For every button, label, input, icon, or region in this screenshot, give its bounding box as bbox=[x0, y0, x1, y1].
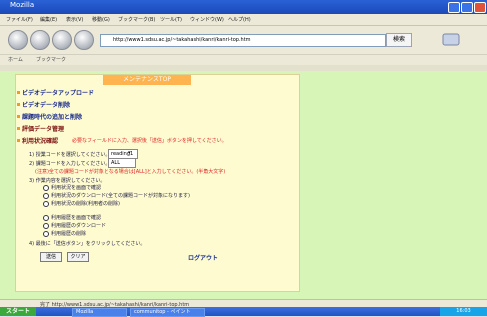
radio-label: 利用状況を画面で確認 bbox=[51, 185, 102, 191]
row3-label: 3) 作業内容を選択してください。 bbox=[29, 178, 106, 184]
note-text: (注意)全ての課題コードが対象となる場合は[ALL]と入力してください。(半角大… bbox=[35, 169, 226, 175]
address-bar[interactable]: http://www1.sdsu.ac.jp/~takahashi/kanri/… bbox=[100, 34, 386, 47]
logout-link[interactable]: ログアウト bbox=[188, 253, 218, 262]
page-title: メンテナンスTOP bbox=[103, 75, 191, 85]
title-bar: Mozilla bbox=[0, 0, 487, 14]
radio-label: 利用状況のダウンロード(全ての課題コードが対象になります) bbox=[51, 193, 190, 199]
radio-label: 利用履歴を画面で確認 bbox=[51, 215, 102, 221]
minimize-button[interactable] bbox=[448, 2, 460, 13]
window-title: Mozilla bbox=[10, 1, 35, 9]
menu-edit[interactable]: 編集(E) bbox=[40, 16, 57, 23]
maximize-button[interactable] bbox=[461, 2, 473, 13]
menu-tools[interactable]: ツール(T) bbox=[160, 16, 182, 23]
bullet-icon bbox=[17, 139, 20, 142]
bullet-icon bbox=[17, 91, 20, 94]
bookmark-home[interactable]: ホーム bbox=[8, 56, 23, 63]
bullet-icon bbox=[17, 127, 20, 130]
search-button[interactable]: 検索 bbox=[386, 33, 412, 47]
radio-history-view[interactable] bbox=[43, 215, 49, 221]
section-label: 利用状況確認 bbox=[22, 138, 59, 145]
bookmark-bookmarks[interactable]: ブックマーク bbox=[36, 56, 66, 63]
close-button[interactable] bbox=[474, 2, 486, 13]
link-video-upload[interactable]: ビデオデータアップロード bbox=[22, 88, 94, 97]
back-button[interactable] bbox=[8, 30, 28, 50]
bullet-icon bbox=[17, 103, 20, 106]
nav-toolbar: http://www1.sdsu.ac.jp/~takahashi/kanri/… bbox=[0, 26, 487, 54]
url-text: http://www1.sdsu.ac.jp/~takahashi/kanri/… bbox=[113, 37, 251, 43]
chevron-down-icon: ▾ bbox=[128, 150, 131, 156]
menu-bookmarks[interactable]: ブックマーク(B) bbox=[118, 16, 155, 23]
link-task-time[interactable]: 課題時代の追加と削除 bbox=[22, 112, 82, 121]
radio-history-download[interactable] bbox=[43, 223, 49, 229]
menu-bar: ファイル(F) 編集(E) 表示(V) 移動(G) ブックマーク(B) ツール(… bbox=[0, 14, 487, 26]
row1-label: 1) 授業コードを選択してください。 bbox=[29, 152, 111, 158]
submit-button[interactable]: 送信 bbox=[40, 252, 62, 262]
radio-label: 利用状況の削除(利用者の削除) bbox=[51, 201, 120, 207]
forward-button[interactable] bbox=[30, 30, 50, 50]
radio-status-delete[interactable] bbox=[43, 201, 49, 207]
menu-view[interactable]: 表示(V) bbox=[66, 16, 83, 23]
menu-help[interactable]: ヘルプ(H) bbox=[228, 16, 251, 23]
radio-label: 利用履歴のダウンロード bbox=[51, 223, 107, 229]
menu-file[interactable]: ファイル(F) bbox=[6, 16, 33, 23]
clear-button[interactable]: クリア bbox=[67, 252, 89, 262]
task-code-input[interactable]: ALL bbox=[108, 158, 136, 168]
radio-history-delete[interactable] bbox=[43, 231, 49, 237]
link-eval-data[interactable]: 評価データ管理 bbox=[22, 124, 64, 133]
bullet-icon bbox=[17, 115, 20, 118]
menu-go[interactable]: 移動(G) bbox=[92, 16, 110, 23]
menu-window[interactable]: ウィンドウ(W) bbox=[190, 16, 224, 23]
row2-label: 2) 課題コードを入力してください。 bbox=[29, 161, 111, 167]
bookmarks-bar: ホーム ブックマーク bbox=[0, 54, 487, 65]
start-button[interactable]: スタート bbox=[0, 307, 36, 316]
section-note: 必要なフィールドに入力、選択後「送信」ボタンを押してください。 bbox=[72, 138, 227, 144]
system-clock: 16:03 bbox=[440, 307, 487, 316]
reload-button[interactable] bbox=[52, 30, 72, 50]
radio-status-view[interactable] bbox=[43, 185, 49, 191]
stop-button[interactable] bbox=[74, 30, 94, 50]
row4-label: 4) 最後に「送信ボタン」をクリックしてください。 bbox=[29, 241, 146, 247]
radio-status-download[interactable] bbox=[43, 193, 49, 199]
link-video-delete[interactable]: ビデオデータ削除 bbox=[22, 100, 70, 109]
radio-label: 利用履歴の削除 bbox=[51, 231, 87, 237]
throbber-icon bbox=[442, 31, 460, 47]
